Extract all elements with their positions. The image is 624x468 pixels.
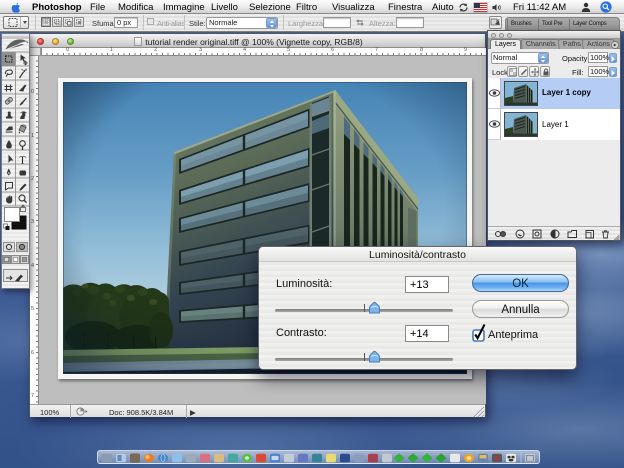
svg-text:T: T [20, 156, 26, 167]
